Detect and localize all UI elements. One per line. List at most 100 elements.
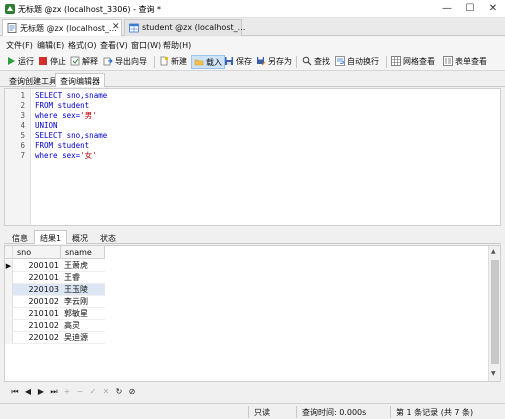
menu-view[interactable]: 查看(V)	[100, 40, 128, 51]
load-button[interactable]: 载入	[191, 55, 225, 69]
close-tab-icon[interactable]: ✕	[112, 22, 120, 32]
tab-status[interactable]: 状态	[94, 230, 122, 244]
form-view-label: 表单查看	[455, 57, 487, 66]
save-as-button[interactable]: 另存为	[256, 55, 292, 69]
sql-token: where	[35, 151, 58, 160]
new-file-icon	[160, 56, 169, 66]
row-indicator[interactable]	[5, 308, 13, 320]
sql-token: FROM	[35, 141, 54, 150]
line-number: 3	[20, 111, 25, 120]
close-window-button[interactable]: ✕	[482, 0, 504, 18]
menu-file[interactable]: 文件(F)	[6, 40, 33, 51]
stop-icon	[39, 57, 47, 65]
word-wrap-label: 自动换行	[347, 57, 379, 66]
tab-query-builder[interactable]: 查询创建工具	[4, 73, 62, 87]
row-indicator[interactable]	[5, 284, 13, 296]
new-button[interactable]: 新建	[159, 55, 187, 69]
export-icon	[103, 57, 113, 66]
document-tab-bar: 无标题 @zx (localhost_... ✕ student @zx (lo…	[0, 18, 505, 36]
doc-tab-query[interactable]: 无标题 @zx (localhost_... ✕	[2, 19, 122, 36]
prev-record-button[interactable]: ◀	[23, 386, 33, 398]
grid-icon	[391, 56, 401, 66]
cell-sno[interactable]: 220101	[13, 272, 61, 284]
sql-token: sex=	[57, 151, 81, 160]
tab-profile[interactable]: 概况	[66, 230, 94, 244]
stop-label: 停止	[50, 57, 66, 66]
stop-button[interactable]: ⊘	[127, 386, 137, 398]
cell-sno[interactable]: 200102	[13, 296, 61, 308]
tab-info[interactable]: 信息	[6, 230, 34, 244]
export-wizard-button[interactable]: 导出向导	[103, 55, 147, 69]
discard-button[interactable]: ✕	[101, 386, 111, 398]
form-view-button[interactable]: 表单查看	[443, 55, 487, 69]
maximize-button[interactable]: ☐	[459, 0, 481, 18]
menu-window[interactable]: 窗口(W)	[131, 40, 161, 51]
apply-button[interactable]: ✓	[88, 386, 98, 398]
row-indicator[interactable]: ▶	[5, 260, 13, 272]
doc-tab-student[interactable]: student @zx (localhost_...	[124, 19, 245, 36]
cell-sname[interactable]: 王睿	[61, 272, 105, 284]
line-number: 7	[20, 151, 25, 160]
sql-string-literal: '女'	[80, 151, 97, 160]
stop-button[interactable]: 停止	[38, 55, 66, 69]
search-icon	[302, 56, 312, 66]
word-wrap-button[interactable]: 自动换行	[335, 55, 379, 69]
grid-view-button[interactable]: 网格查看	[391, 55, 435, 69]
sql-editor[interactable]: 1234567 SELECT sno,sname FROM student wher…	[4, 88, 501, 226]
refresh-button[interactable]: ↻	[114, 386, 124, 398]
row-indicator[interactable]	[5, 296, 13, 308]
cell-sname[interactable]: 郭敏星	[61, 308, 105, 320]
status-separator	[296, 406, 297, 418]
last-record-button[interactable]: ⏭	[49, 386, 59, 398]
code-line: FROM student	[35, 141, 89, 151]
sql-token: sex=	[57, 111, 81, 120]
row-indicator[interactable]	[5, 320, 13, 332]
status-separator	[248, 406, 249, 418]
save-button[interactable]: 保存	[224, 55, 252, 69]
cell-sno[interactable]: 220102	[13, 332, 61, 344]
toolbar-separator	[386, 56, 387, 68]
menu-edit[interactable]: 编辑(E)	[37, 40, 64, 51]
scroll-down-icon[interactable]: ▼	[491, 370, 496, 377]
cell-sname[interactable]: 高灵	[61, 320, 105, 332]
add-record-button[interactable]: +	[62, 386, 72, 398]
result-tabs: 信息 结果1 概况 状态	[4, 230, 501, 244]
record-navigation-bar: ⏮ ◀ ▶ ⏭ + − ✓ ✕ ↻ ⊘	[4, 385, 501, 399]
navicat-app-icon	[5, 4, 15, 14]
tab-result1[interactable]: 结果1	[34, 230, 68, 244]
cell-sno[interactable]: 200101	[13, 260, 61, 272]
delete-record-button[interactable]: −	[75, 386, 85, 398]
cell-sname[interactable]: 王萧虎	[61, 260, 105, 272]
row-indicator[interactable]	[5, 332, 13, 344]
cell-sno[interactable]: 210101	[13, 308, 61, 320]
menu-help[interactable]: 帮助(H)	[163, 40, 191, 51]
tab-query-editor[interactable]: 查询编辑器	[55, 73, 105, 87]
result-grid[interactable]: sno sname ▶ 200101 王萧虎 220101 王睿 220103 王玉陵 200…	[4, 245, 501, 382]
sql-token: FROM	[35, 101, 54, 110]
vertical-scrollbar[interactable]: ▲ ▼	[488, 246, 500, 381]
column-header-sname[interactable]: sname	[61, 246, 105, 259]
row-indicator[interactable]	[5, 272, 13, 284]
minimize-button[interactable]: —	[436, 0, 458, 18]
explain-button[interactable]: 解释	[70, 55, 98, 69]
sql-token: SELECT	[35, 91, 63, 100]
line-number: 1	[20, 91, 25, 100]
find-button[interactable]: 查找	[302, 55, 330, 69]
code-line: FROM student	[35, 101, 89, 111]
grid-view-label: 网格查看	[403, 57, 435, 66]
cell-sno[interactable]: 210102	[13, 320, 61, 332]
column-header-sno[interactable]: sno	[13, 246, 61, 259]
play-icon	[8, 57, 15, 65]
cell-sname[interactable]: 李云刚	[61, 296, 105, 308]
new-label: 新建	[171, 57, 187, 66]
scroll-thumb[interactable]	[491, 260, 499, 364]
next-record-button[interactable]: ▶	[36, 386, 46, 398]
scroll-up-icon[interactable]: ▲	[491, 248, 496, 255]
cell-sno[interactable]: 220103	[13, 284, 61, 296]
cell-sname[interactable]: 吴迪源	[61, 332, 105, 344]
menu-format[interactable]: 格式(O)	[68, 40, 97, 51]
cell-sname[interactable]: 王玉陵	[61, 284, 105, 296]
first-record-button[interactable]: ⏮	[10, 386, 20, 398]
query-mode-tabs: 查询创建工具 查询编辑器	[0, 72, 505, 87]
run-button[interactable]: 运行	[6, 55, 34, 69]
